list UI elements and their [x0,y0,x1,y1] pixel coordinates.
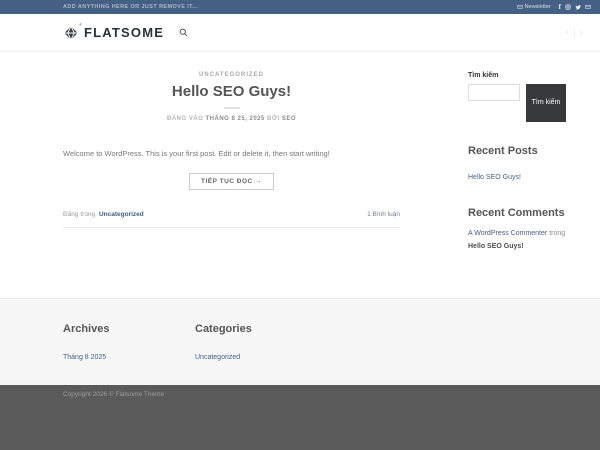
archives-widget: Archives Tháng 8 2025 [63,323,195,364]
by-label: BỞI [267,116,280,122]
posted-on-label: ĐĂNG VÀO [166,116,204,122]
facebook-icon[interactable]: f [559,3,561,11]
categories-title: Categories [195,322,252,335]
sidebar: Tìm kiếm Tìm kiếm Recent Posts Hello SEO… [468,72,568,254]
sidebar-search-input[interactable] [468,84,520,101]
search-widget: Tìm kiếm Tìm kiếm [468,72,568,122]
comments-count-link[interactable]: 1 Bình luận [367,211,400,218]
newsletter-link[interactable]: Newsletter [516,4,551,10]
flatsome-gem-icon: ® [63,21,82,41]
post-category-label: UNCATEGORIZED [63,72,400,78]
chevron-right-icon[interactable]: › [580,27,583,38]
twitter-icon[interactable] [575,4,581,10]
topbar-message: ADD ANYTHING HERE OR JUST REMOVE IT... [63,4,199,10]
post-author-link[interactable]: SEO [282,116,296,122]
copyright-text: Copyright 2026 © Flatsome Theme [63,390,165,398]
newsletter-label: Newsletter [524,4,551,10]
archive-month-link[interactable]: Tháng 8 2025 [63,354,106,361]
site-header: ® FLATSOME ‹ › [0,14,600,52]
recent-comment-item: A WordPress Commenter trong Hello SEO Gu… [468,228,568,254]
sidebar-search-button[interactable]: Tìm kiếm [526,84,566,122]
post-excerpt: Welcome to WordPress. This is your first… [63,149,330,158]
search-widget-label: Tìm kiếm [468,72,499,79]
post-footer-meta: Đăng trong Uncategorized 1 Bình luận [63,211,400,229]
topbar: ADD ANYTHING HERE OR JUST REMOVE IT... N… [0,0,600,14]
post-meta: ĐĂNG VÀO THÁNG 8 25, 2025 BỞI SEO [63,116,400,122]
post-title: Hello SEO Guys! [63,83,400,100]
category-uncategorized-link[interactable]: Uncategorized [195,354,240,361]
read-more-button[interactable]: TIẾP TỤC ĐỌC → [188,173,275,191]
post-category-link[interactable]: UNCATEGORIZED [199,72,264,78]
registered-mark: ® [79,21,82,27]
social-icons: f [559,3,591,11]
post-title-link[interactable]: Hello SEO Guys! [172,83,291,100]
search-icon[interactable] [179,28,188,37]
posted-in: Đăng trong Uncategorized [63,211,144,218]
main-content: UNCATEGORIZED Hello SEO Guys! ĐĂNG VÀO T… [0,52,600,298]
blog-post: UNCATEGORIZED Hello SEO Guys! ĐĂNG VÀO T… [63,72,400,254]
posted-in-category-link[interactable]: Uncategorized [99,211,144,218]
site-logo[interactable]: ® FLATSOME [63,21,165,41]
topbar-right: Newsletter f [516,3,591,11]
absolute-footer: Copyright 2026 © Flatsome Theme [0,384,600,450]
logo-text: FLATSOME [84,25,165,40]
archives-title: Archives [63,322,110,335]
recent-comments-title: Recent Comments [468,207,565,219]
categories-widget: Categories Uncategorized [195,323,252,364]
newsletter-envelope-icon [516,4,523,10]
divider [573,27,575,38]
chevron-left-icon[interactable]: ‹ [565,27,568,38]
instagram-icon[interactable] [565,4,571,10]
title-divider [223,107,240,109]
recent-posts-title: Recent Posts [468,145,538,157]
posted-in-label: Đăng trong [63,211,96,219]
comment-author-link[interactable]: A WordPress Commenter [468,230,547,237]
comment-connector: trong [549,230,566,237]
footer-widgets: Archives Tháng 8 2025 Categories Uncateg… [0,297,600,385]
post-date-link[interactable]: THÁNG 8 25, 2025 [206,116,265,122]
recent-post-link[interactable]: Hello SEO Guys! [468,174,521,181]
email-icon[interactable] [585,4,591,10]
header-nav-arrows: ‹ › [565,27,583,38]
comment-post-link[interactable]: Hello SEO Guys! [468,243,524,250]
